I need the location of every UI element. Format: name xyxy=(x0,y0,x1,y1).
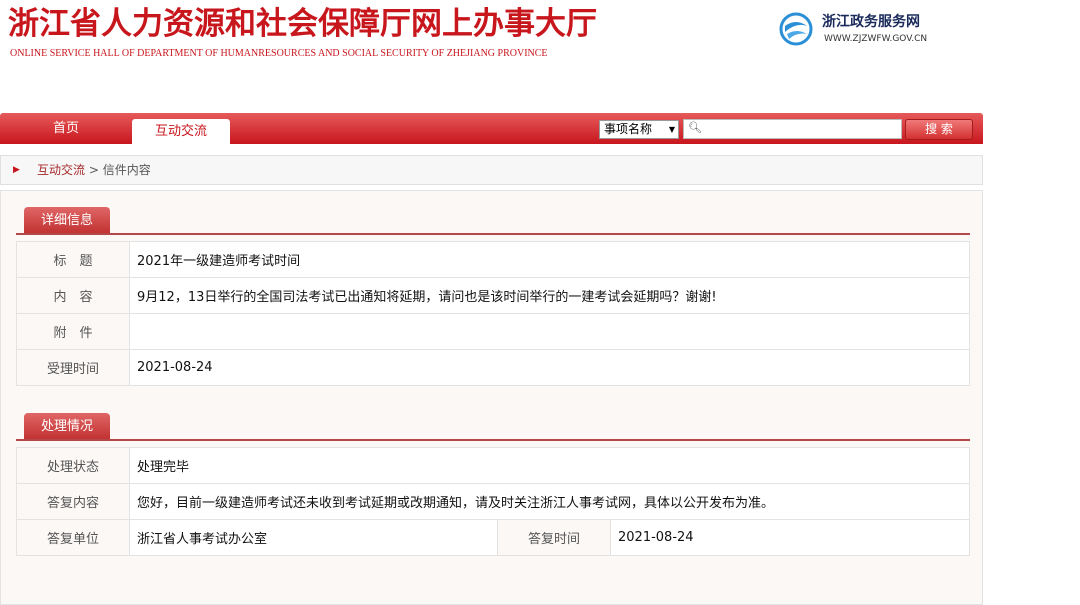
breadcrumb-current: 信件内容 xyxy=(102,163,151,177)
breadcrumb-link-interaction[interactable]: 互动交流 xyxy=(37,163,85,177)
breadcrumb-separator: > xyxy=(88,163,99,177)
table-row: 内 容 9月12，13日举行的全国司法考试已出通知将延期，请问也是该时间举行的一… xyxy=(16,277,970,314)
gov-portal-url[interactable]: WWW.ZJZWFW.GOV.CN xyxy=(824,34,927,44)
reply-label: 答复内容 xyxy=(16,483,130,520)
reply-time-value: 2021-08-24 xyxy=(610,519,970,556)
search-button-label: 搜 索 xyxy=(925,122,953,136)
table-row: 处理状态 处理完毕 xyxy=(16,447,970,484)
search-button[interactable]: 搜 索 xyxy=(905,119,973,140)
reply-unit-value: 浙江省人事考试办公室 xyxy=(129,519,498,556)
table-row: 答复单位 浙江省人事考试办公室 答复时间 2021-08-24 xyxy=(16,519,970,556)
zjzwfw-logo-icon[interactable] xyxy=(779,12,813,46)
status-value: 处理完毕 xyxy=(129,447,970,484)
search-input[interactable]: 🔍︎ xyxy=(683,119,902,139)
accept-time-label: 受理时间 xyxy=(16,349,130,386)
site-subtitle: ONLINE SERVICE HALL OF DEPARTMENT OF HUM… xyxy=(10,48,548,59)
gov-portal-name[interactable]: 浙江政务服务网 xyxy=(822,11,920,31)
site-header: 浙江省人力资源和社会保障厅网上办事大厅 ONLINE SERVICE HALL … xyxy=(0,0,1080,112)
attachment-value xyxy=(129,313,970,350)
reply-value: 您好，目前一级建造师考试还未收到考试延期或改期通知，请及时关注浙江人事考试网，具… xyxy=(129,483,970,520)
search-type-value: 事项名称 xyxy=(604,122,653,136)
title-label: 标 题 xyxy=(16,241,130,278)
content-label: 内 容 xyxy=(16,277,130,314)
table-row: 标 题 2021年一级建造师考试时间 xyxy=(16,241,970,278)
handling-section-title: 处理情况 xyxy=(24,413,110,439)
dropdown-arrow-icon: ▼ xyxy=(668,125,675,134)
reply-unit-label: 答复单位 xyxy=(16,519,130,556)
search-type-select[interactable]: 事项名称 ▼ xyxy=(599,120,679,139)
nav-home[interactable]: 首页 xyxy=(16,113,116,144)
detail-section-title: 详细信息 xyxy=(24,207,110,233)
search-icon: 🔍︎ xyxy=(688,121,702,134)
content-value: 9月12，13日举行的全国司法考试已出通知将延期，请问也是该时间举行的一建考试会… xyxy=(129,277,970,314)
nav-tab-interaction[interactable]: 互动交流 xyxy=(132,119,230,144)
reply-time-label: 答复时间 xyxy=(497,519,611,556)
site-title: 浙江省人力资源和社会保障厅网上办事大厅 xyxy=(8,6,597,42)
handling-table: 处理状态 处理完毕 答复内容 您好，目前一级建造师考试还未收到考试延期或改期通知… xyxy=(16,447,970,556)
attachment-label: 附 件 xyxy=(16,313,130,350)
detail-section-header: 详细信息 xyxy=(16,207,970,235)
status-label: 处理状态 xyxy=(16,447,130,484)
breadcrumb: ▶ 互动交流 > 信件内容 xyxy=(0,155,983,185)
handling-section-header: 处理情况 xyxy=(16,413,970,441)
table-row: 附 件 xyxy=(16,313,970,350)
title-value: 2021年一级建造师考试时间 xyxy=(129,241,970,278)
table-row: 答复内容 您好，目前一级建造师考试还未收到考试延期或改期通知，请及时关注浙江人事… xyxy=(16,483,970,520)
table-row: 受理时间 2021-08-24 xyxy=(16,349,970,386)
detail-table: 标 题 2021年一级建造师考试时间 内 容 9月12，13日举行的全国司法考试… xyxy=(16,241,970,386)
breadcrumb-arrow-icon: ▶ xyxy=(13,165,20,175)
accept-time-value: 2021-08-24 xyxy=(129,349,970,386)
